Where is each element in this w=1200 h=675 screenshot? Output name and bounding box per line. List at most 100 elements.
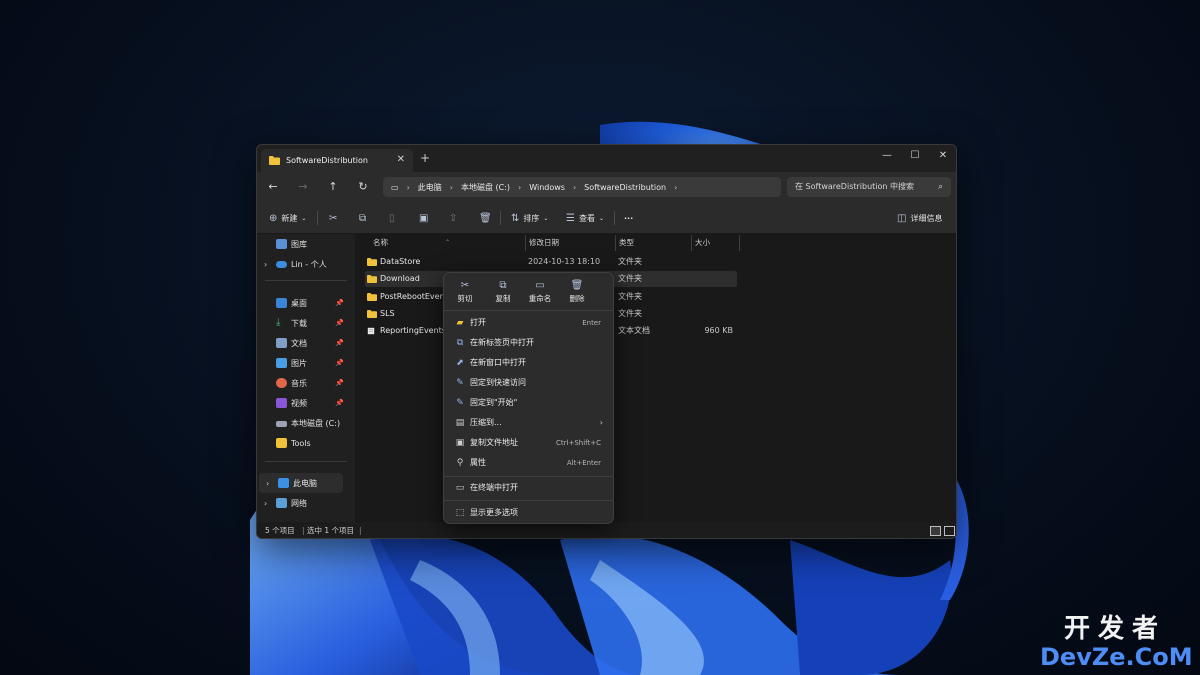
menu-item-open-new-tab[interactable]: ⧉ 在新标签页中打开 xyxy=(448,334,609,352)
breadcrumb-separator: › xyxy=(674,182,678,192)
menu-item-label: 压缩到... xyxy=(470,418,502,427)
sidebar-item-gallery[interactable]: 图库 xyxy=(257,234,355,254)
pin-icon[interactable]: 📌 xyxy=(335,319,344,327)
column-separator[interactable] xyxy=(691,235,692,251)
pin-icon[interactable]: 📌 xyxy=(335,379,344,387)
tab-label: SoftwareDistribution xyxy=(286,156,368,165)
menu-item-pin-start[interactable]: ✎ 固定到"开始" xyxy=(448,394,609,412)
delete-label: 删除 xyxy=(569,294,585,303)
share-button[interactable]: ⇪ xyxy=(449,210,457,226)
pin-icon[interactable]: 📌 xyxy=(335,339,344,347)
sidebar-item-onedrive[interactable]: › Lin - 个人 xyxy=(257,254,355,274)
copy-label: 复制 xyxy=(495,294,511,303)
sidebar-item-tools[interactable]: Tools xyxy=(257,433,355,453)
copy-button[interactable]: ⧉ 复制 xyxy=(486,279,520,307)
menu-item-open-terminal[interactable]: ▭ 在终端中打开 xyxy=(448,479,609,497)
menu-item-label: 属性 xyxy=(470,458,486,467)
selected-count: 选中 1 个项目 xyxy=(307,526,355,535)
details-view-icon[interactable] xyxy=(930,526,941,536)
pin-icon: ✎ xyxy=(456,398,464,408)
pictures-icon xyxy=(276,358,287,368)
breadcrumb-separator: › xyxy=(449,182,453,192)
more-dots-icon: ··· xyxy=(624,213,634,223)
column-separator[interactable] xyxy=(525,235,526,251)
new-tab-button[interactable]: + xyxy=(420,151,430,165)
tiles-view-icon[interactable] xyxy=(944,526,955,536)
breadcrumb-drive-c[interactable]: 本地磁盘 (C:) xyxy=(461,182,510,193)
details-pane-button[interactable]: ◫ 详细信息 xyxy=(897,210,942,226)
sidebar-item-label: Lin - 个人 xyxy=(291,259,327,269)
folder-icon xyxy=(367,293,377,301)
search-icon: ⌕ xyxy=(937,182,943,192)
tab-close-icon[interactable]: ✕ xyxy=(397,154,405,165)
sidebar-item-desktop[interactable]: 桌面 📌 xyxy=(257,293,355,313)
sort-button[interactable]: ⇅ 排序 ⌄ xyxy=(511,210,548,226)
plus-circle-icon: ⊕ xyxy=(269,212,278,224)
column-separator[interactable] xyxy=(739,235,740,251)
pin-icon[interactable]: 📌 xyxy=(335,399,344,407)
breadcrumb-this-pc[interactable]: 此电脑 xyxy=(418,182,442,193)
new-label: 新建 xyxy=(281,213,298,223)
sidebar-item-music[interactable]: 音乐 📌 xyxy=(257,373,355,393)
menu-item-properties[interactable]: ⚲ 属性 Alt+Enter xyxy=(448,454,609,472)
menu-item-open[interactable]: ▰ 打开 Enter xyxy=(448,314,609,332)
rename-button[interactable]: ▣ xyxy=(419,210,428,226)
copy-icon: ⧉ xyxy=(359,212,367,224)
pin-icon[interactable]: 📌 xyxy=(335,359,344,367)
trash-icon: 🗑 xyxy=(570,280,584,291)
copy-button[interactable]: ⧉ xyxy=(359,210,366,226)
sidebar-item-downloads[interactable]: ⤓ 下载 📌 xyxy=(257,313,355,333)
paste-button[interactable]: ▯ xyxy=(389,210,395,226)
folder-icon xyxy=(276,438,287,448)
column-header-name[interactable]: 名称 xyxy=(373,236,388,250)
breadcrumb-separator: › xyxy=(572,182,577,192)
menu-item-show-more-options[interactable]: ⬚ 显示更多选项 xyxy=(448,504,609,522)
copy-icon: ⧉ xyxy=(499,280,507,291)
new-button[interactable]: ⊕ 新建 ⌄ xyxy=(269,210,306,226)
column-header-type[interactable]: 类型 xyxy=(619,236,634,250)
chevron-right-icon: › xyxy=(599,418,603,427)
menu-item-open-new-window[interactable]: ⬈ 在新窗口中打开 xyxy=(448,354,609,372)
refresh-icon[interactable]: ↻ xyxy=(353,178,373,196)
column-header-date[interactable]: 修改日期 xyxy=(529,236,559,250)
chevron-down-icon: ⌄ xyxy=(301,214,307,222)
maximize-button[interactable]: ☐ xyxy=(900,148,930,164)
pin-icon[interactable]: 📌 xyxy=(335,299,344,307)
column-header-size[interactable]: 大小 xyxy=(695,236,710,250)
minimize-button[interactable]: — xyxy=(872,148,902,164)
sidebar-item-network[interactable]: › 网络 xyxy=(257,493,355,513)
menu-item-copy-path[interactable]: ▣ 复制文件地址 Ctrl+Shift+C xyxy=(448,434,609,452)
text-file-icon xyxy=(367,327,375,335)
sidebar-item-label: 此电脑 xyxy=(293,478,317,488)
status-bar: 5 个项目 | 选中 1 个项目 | xyxy=(257,522,956,538)
chevron-down-icon: ⌄ xyxy=(543,214,549,222)
search-input[interactable]: 在 SoftwareDistribution 中搜索 ⌕ xyxy=(787,177,951,197)
file-row-datastore[interactable]: DataStore 2024-10-13 18:10 文件夹 xyxy=(365,254,737,270)
forward-arrow-icon[interactable]: → xyxy=(293,178,313,196)
file-name: DataStore xyxy=(380,257,421,266)
menu-item-pin-quick-access[interactable]: ✎ 固定到快速访问 xyxy=(448,374,609,392)
up-arrow-icon[interactable]: ↑ xyxy=(323,178,343,196)
watermark-bottom-text: DevZe.CoM xyxy=(1040,643,1193,671)
tab-softwaredistribution[interactable]: SoftwareDistribution ✕ xyxy=(261,149,413,172)
delete-button[interactable]: 🗑 xyxy=(479,210,492,226)
sidebar-item-documents[interactable]: 文档 📌 xyxy=(257,333,355,353)
rename-button[interactable]: ▭ 重命名 xyxy=(523,279,557,307)
breadcrumb-windows[interactable]: Windows xyxy=(529,183,565,192)
watermark-top-text: 开发者 xyxy=(1063,614,1166,644)
breadcrumb-softwaredistribution[interactable]: SoftwareDistribution xyxy=(584,183,666,192)
close-button[interactable]: ✕ xyxy=(928,148,956,164)
address-bar[interactable]: ▭ › 此电脑 › 本地磁盘 (C:) › Windows › Software… xyxy=(383,177,781,197)
sidebar-item-this-pc[interactable]: › 此电脑 xyxy=(259,473,343,493)
more-options-button[interactable]: ··· xyxy=(624,210,633,226)
delete-button[interactable]: 🗑 删除 xyxy=(560,279,594,307)
back-arrow-icon[interactable]: ← xyxy=(263,178,283,196)
column-separator[interactable] xyxy=(615,235,616,251)
menu-item-compress[interactable]: ▤ 压缩到... › xyxy=(448,414,609,432)
sidebar-item-videos[interactable]: 视频 📌 xyxy=(257,393,355,413)
view-button[interactable]: ☰ 查看 ⌄ xyxy=(566,210,604,226)
cut-button[interactable]: ✂ 剪切 xyxy=(448,279,482,307)
cut-button[interactable]: ✂ xyxy=(329,210,337,226)
sidebar-item-local-disk[interactable]: 本地磁盘 (C:) xyxy=(257,413,355,433)
sidebar-item-pictures[interactable]: 图片 📌 xyxy=(257,353,355,373)
